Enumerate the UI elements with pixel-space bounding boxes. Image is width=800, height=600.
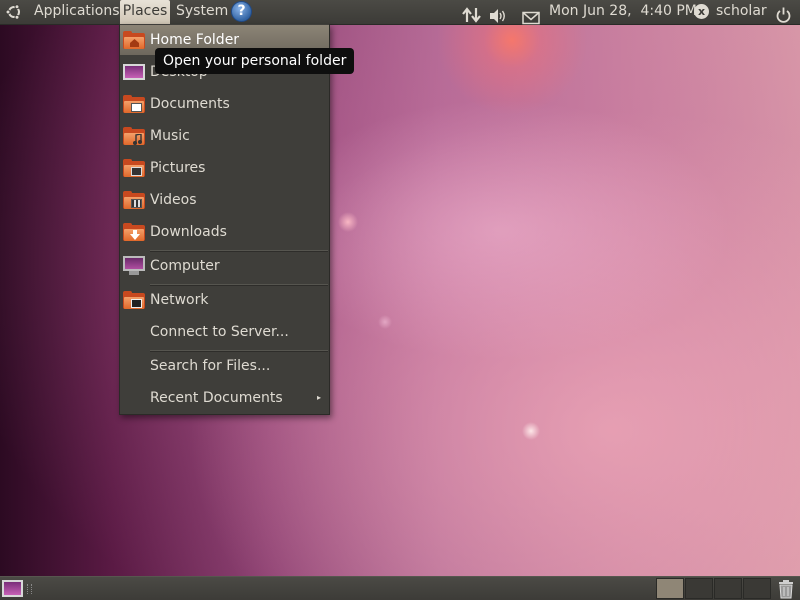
workspace-4[interactable]	[743, 578, 771, 599]
computer-icon	[123, 256, 145, 276]
menu-item-search-for-files[interactable]: Search for Files...	[120, 351, 329, 381]
menu-item-label: Connect to Server...	[150, 324, 289, 340]
menu-item-label: Search for Files...	[150, 358, 271, 374]
help-icon[interactable]: ?	[231, 1, 252, 22]
menu-item-label: Videos	[150, 192, 197, 208]
power-icon[interactable]	[775, 3, 792, 27]
workspace-3[interactable]	[714, 578, 742, 599]
tooltip: Open your personal folder	[155, 48, 355, 74]
menu-item-label: Recent Documents	[150, 390, 283, 406]
menu-item-documents[interactable]: Documents	[120, 89, 329, 119]
places-dropdown: Home Folder Desktop Documents Music Pict…	[119, 24, 330, 415]
desktop-icon	[123, 64, 145, 80]
show-desktop-icon[interactable]	[2, 580, 23, 597]
menu-item-computer[interactable]: Computer	[120, 251, 329, 281]
documents-folder-icon	[123, 95, 145, 113]
network-arrows-icon[interactable]	[462, 3, 482, 27]
pictures-folder-icon	[123, 159, 145, 177]
home-folder-icon	[123, 31, 145, 49]
applications-menu[interactable]: Applications	[34, 0, 120, 24]
mail-icon[interactable]	[522, 6, 540, 30]
submenu-arrow-icon: ▸	[316, 393, 321, 402]
workspace-1[interactable]	[656, 578, 684, 599]
bottom-panel	[0, 576, 800, 600]
menu-item-label: Downloads	[150, 224, 227, 240]
trash-icon[interactable]	[777, 579, 795, 599]
network-folder-icon	[123, 291, 145, 309]
menu-item-label: Computer	[150, 258, 220, 274]
menu-item-label: Documents	[150, 96, 230, 112]
system-menu[interactable]: System	[176, 0, 228, 24]
clock[interactable]: Mon Jun 28, 4:40 PM	[549, 0, 697, 24]
user-name[interactable]: scholar	[716, 0, 767, 24]
menu-item-downloads[interactable]: Downloads	[120, 217, 329, 247]
music-folder-icon	[123, 127, 145, 145]
menu-item-label: Network	[150, 292, 209, 308]
top-panel: Applications Places System ? Mon Jun 28,…	[0, 0, 800, 25]
places-menu-button[interactable]: Places	[120, 0, 170, 24]
videos-folder-icon	[123, 191, 145, 209]
menu-item-recent-documents[interactable]: Recent Documents ▸	[120, 383, 329, 413]
menu-item-network[interactable]: Network	[120, 285, 329, 315]
user-status-icon[interactable]: x	[694, 4, 709, 19]
menu-item-label: Pictures	[150, 160, 206, 176]
menu-item-music[interactable]: Music	[120, 121, 329, 151]
downloads-folder-icon	[123, 223, 145, 241]
menu-item-videos[interactable]: Videos	[120, 185, 329, 215]
panel-handle[interactable]	[27, 584, 32, 594]
ubuntu-logo-icon[interactable]	[5, 3, 23, 21]
menu-item-connect-to-server[interactable]: Connect to Server...	[120, 317, 329, 347]
workspace-2[interactable]	[685, 578, 713, 599]
menu-item-label: Music	[150, 128, 190, 144]
menu-item-pictures[interactable]: Pictures	[120, 153, 329, 183]
volume-icon[interactable]	[489, 4, 507, 28]
